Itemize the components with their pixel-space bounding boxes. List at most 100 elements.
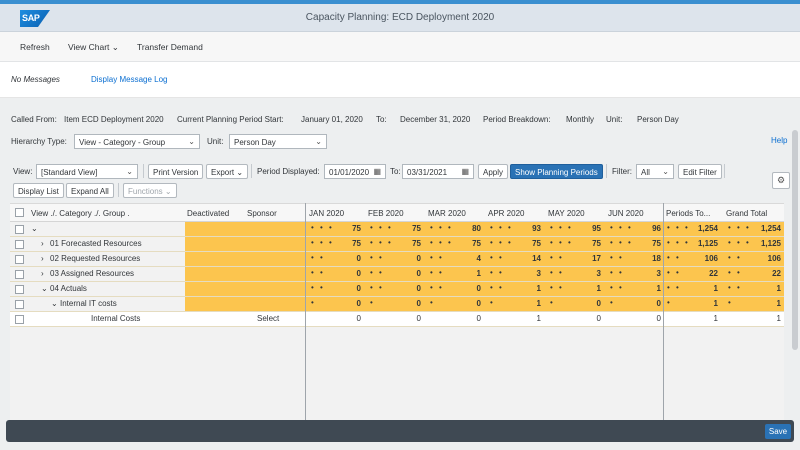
col-header-mar[interactable]: MAR 2020 — [428, 209, 466, 218]
value-cell[interactable]: 75 — [331, 239, 361, 248]
value-cell[interactable]: 0 — [451, 314, 481, 323]
value-cell[interactable]: 17 — [571, 254, 601, 263]
table-row[interactable]: ⌄ 04 Actuals • • 0 • • 0 • • 0 • • 1 • • 1 • • 1 • • 1 •… — [10, 282, 784, 297]
value-cell[interactable]: 106 — [751, 254, 781, 263]
table-row[interactable]: ⌄ • • • 75 • • • 75 • • • 80 • • • 93 • • • 95 • • … — [10, 222, 784, 237]
col-header-feb[interactable]: FEB 2020 — [368, 209, 404, 218]
value-cell[interactable]: 1 — [688, 314, 718, 323]
print-version-button[interactable]: Print Version — [148, 164, 204, 179]
value-cell[interactable]: 75 — [511, 239, 541, 248]
period-to-input[interactable]: 03/31/2021 ▦ — [402, 164, 474, 179]
col-header-apr[interactable]: APR 2020 — [488, 209, 524, 218]
value-cell[interactable]: 0 — [571, 299, 601, 308]
calendar-icon[interactable]: ▦ — [461, 167, 469, 176]
value-cell[interactable]: 1 — [631, 284, 661, 293]
value-cell[interactable]: 3 — [571, 269, 601, 278]
value-cell[interactable]: 0 — [331, 299, 361, 308]
col-header-may[interactable]: MAY 2020 — [548, 209, 585, 218]
value-cell[interactable]: 1 — [451, 269, 481, 278]
value-cell[interactable]: 1 — [571, 284, 601, 293]
help-link[interactable]: Help — [771, 136, 787, 145]
edit-filter-button[interactable]: Edit Filter — [678, 164, 722, 179]
value-cell[interactable]: 0 — [451, 299, 481, 308]
value-cell[interactable]: 1 — [751, 284, 781, 293]
value-cell[interactable]: 0 — [331, 254, 361, 263]
value-cell[interactable]: 22 — [751, 269, 781, 278]
value-cell[interactable]: 1 — [511, 299, 541, 308]
view-chart-menu[interactable]: View Chart ⌄ — [68, 42, 119, 53]
col-header-deactivated[interactable]: Deactivated — [187, 209, 229, 218]
view-select[interactable]: [Standard View] ⌄ — [36, 164, 138, 179]
unit-select[interactable]: Person Day ⌄ — [229, 134, 327, 149]
value-cell[interactable]: 0 — [451, 284, 481, 293]
col-header-sponsor[interactable]: Sponsor — [247, 209, 277, 218]
value-cell[interactable]: 0 — [391, 269, 421, 278]
display-message-log-link[interactable]: Display Message Log — [91, 75, 167, 84]
value-cell[interactable]: 3 — [631, 269, 661, 278]
value-cell[interactable]: 96 — [631, 224, 661, 233]
row-checkbox[interactable] — [15, 285, 24, 294]
filter-select[interactable]: All ⌄ — [636, 164, 674, 179]
value-cell[interactable]: 1,125 — [688, 239, 718, 248]
value-cell[interactable]: 75 — [571, 239, 601, 248]
value-cell[interactable]: 0 — [631, 314, 661, 323]
save-button[interactable]: Save — [765, 424, 791, 439]
table-row[interactable]: ⌄ Internal IT costs • 0 • 0 • 0 • 1 • 0 • 0 • 1 • 1 — [10, 297, 784, 312]
transfer-demand-button[interactable]: Transfer Demand — [137, 42, 203, 52]
value-cell[interactable]: 1 — [751, 299, 781, 308]
value-cell[interactable]: 75 — [451, 239, 481, 248]
functions-menu-button[interactable]: Functions ⌄ — [123, 183, 177, 198]
table-row[interactable]: › 03 Assigned Resources • • 0 • • 0 • • 1 • • 3 • … — [10, 267, 784, 282]
value-cell[interactable]: 75 — [391, 224, 421, 233]
export-menu-button[interactable]: Export ⌄ — [206, 164, 249, 179]
refresh-button[interactable]: Refresh — [20, 42, 50, 52]
col-header-view[interactable]: View ./. Category ./. Group . — [31, 209, 130, 218]
value-cell[interactable]: 0 — [331, 284, 361, 293]
show-planning-periods-button[interactable]: Show Planning Periods — [510, 164, 603, 179]
value-cell[interactable]: 0 — [571, 314, 601, 323]
value-cell[interactable]: 0 — [331, 269, 361, 278]
value-cell[interactable]: 1,254 — [688, 224, 718, 233]
page-scrollbar[interactable] — [792, 130, 798, 350]
value-cell[interactable]: 0 — [391, 299, 421, 308]
row-checkbox[interactable] — [15, 255, 24, 264]
expand-all-button[interactable]: Expand All — [66, 183, 114, 198]
value-cell[interactable]: 22 — [688, 269, 718, 278]
sponsor-cell[interactable]: Select — [257, 314, 279, 323]
value-cell[interactable]: 0 — [391, 314, 421, 323]
value-cell[interactable]: 0 — [391, 284, 421, 293]
value-cell[interactable]: 75 — [391, 239, 421, 248]
value-cell[interactable]: 1,254 — [751, 224, 781, 233]
value-cell[interactable]: 1 — [751, 314, 781, 323]
table-row[interactable]: › 02 Requested Resources • • 0 • • 0 • • 4 • • 14… — [10, 252, 784, 267]
value-cell[interactable]: 18 — [631, 254, 661, 263]
apply-button[interactable]: Apply — [478, 164, 509, 179]
period-from-input[interactable]: 01/01/2020 ▦ — [324, 164, 386, 179]
col-header-grand-total[interactable]: Grand Total — [726, 209, 767, 218]
value-cell[interactable]: 14 — [511, 254, 541, 263]
value-cell[interactable]: 95 — [571, 224, 601, 233]
chevron-down-icon[interactable]: ⌄ — [31, 224, 38, 233]
row-checkbox[interactable] — [15, 240, 24, 249]
calendar-icon[interactable]: ▦ — [373, 167, 381, 176]
value-cell[interactable]: 1 — [688, 299, 718, 308]
chevron-right-icon[interactable]: › — [41, 254, 44, 263]
chevron-right-icon[interactable]: › — [41, 239, 44, 248]
row-checkbox[interactable] — [15, 270, 24, 279]
hierarchy-type-select[interactable]: View - Category - Group ⌄ — [74, 134, 200, 149]
value-cell[interactable]: 75 — [331, 224, 361, 233]
row-checkbox[interactable] — [15, 315, 24, 324]
value-cell[interactable]: 0 — [391, 254, 421, 263]
col-header-jan[interactable]: JAN 2020 — [309, 209, 344, 218]
value-cell[interactable]: 75 — [631, 239, 661, 248]
chevron-down-icon[interactable]: ⌄ — [41, 284, 48, 293]
value-cell[interactable]: 1,125 — [751, 239, 781, 248]
value-cell[interactable]: 3 — [511, 269, 541, 278]
value-cell[interactable]: 106 — [688, 254, 718, 263]
col-header-periods-total[interactable]: Periods To... — [666, 209, 710, 218]
value-cell[interactable]: 1 — [511, 284, 541, 293]
value-cell[interactable]: 80 — [451, 224, 481, 233]
row-checkbox[interactable] — [15, 225, 24, 234]
table-row[interactable]: › 01 Forecasted Resources • • • 75 • • • 75 • … — [10, 237, 784, 252]
select-all-checkbox[interactable] — [15, 208, 24, 217]
